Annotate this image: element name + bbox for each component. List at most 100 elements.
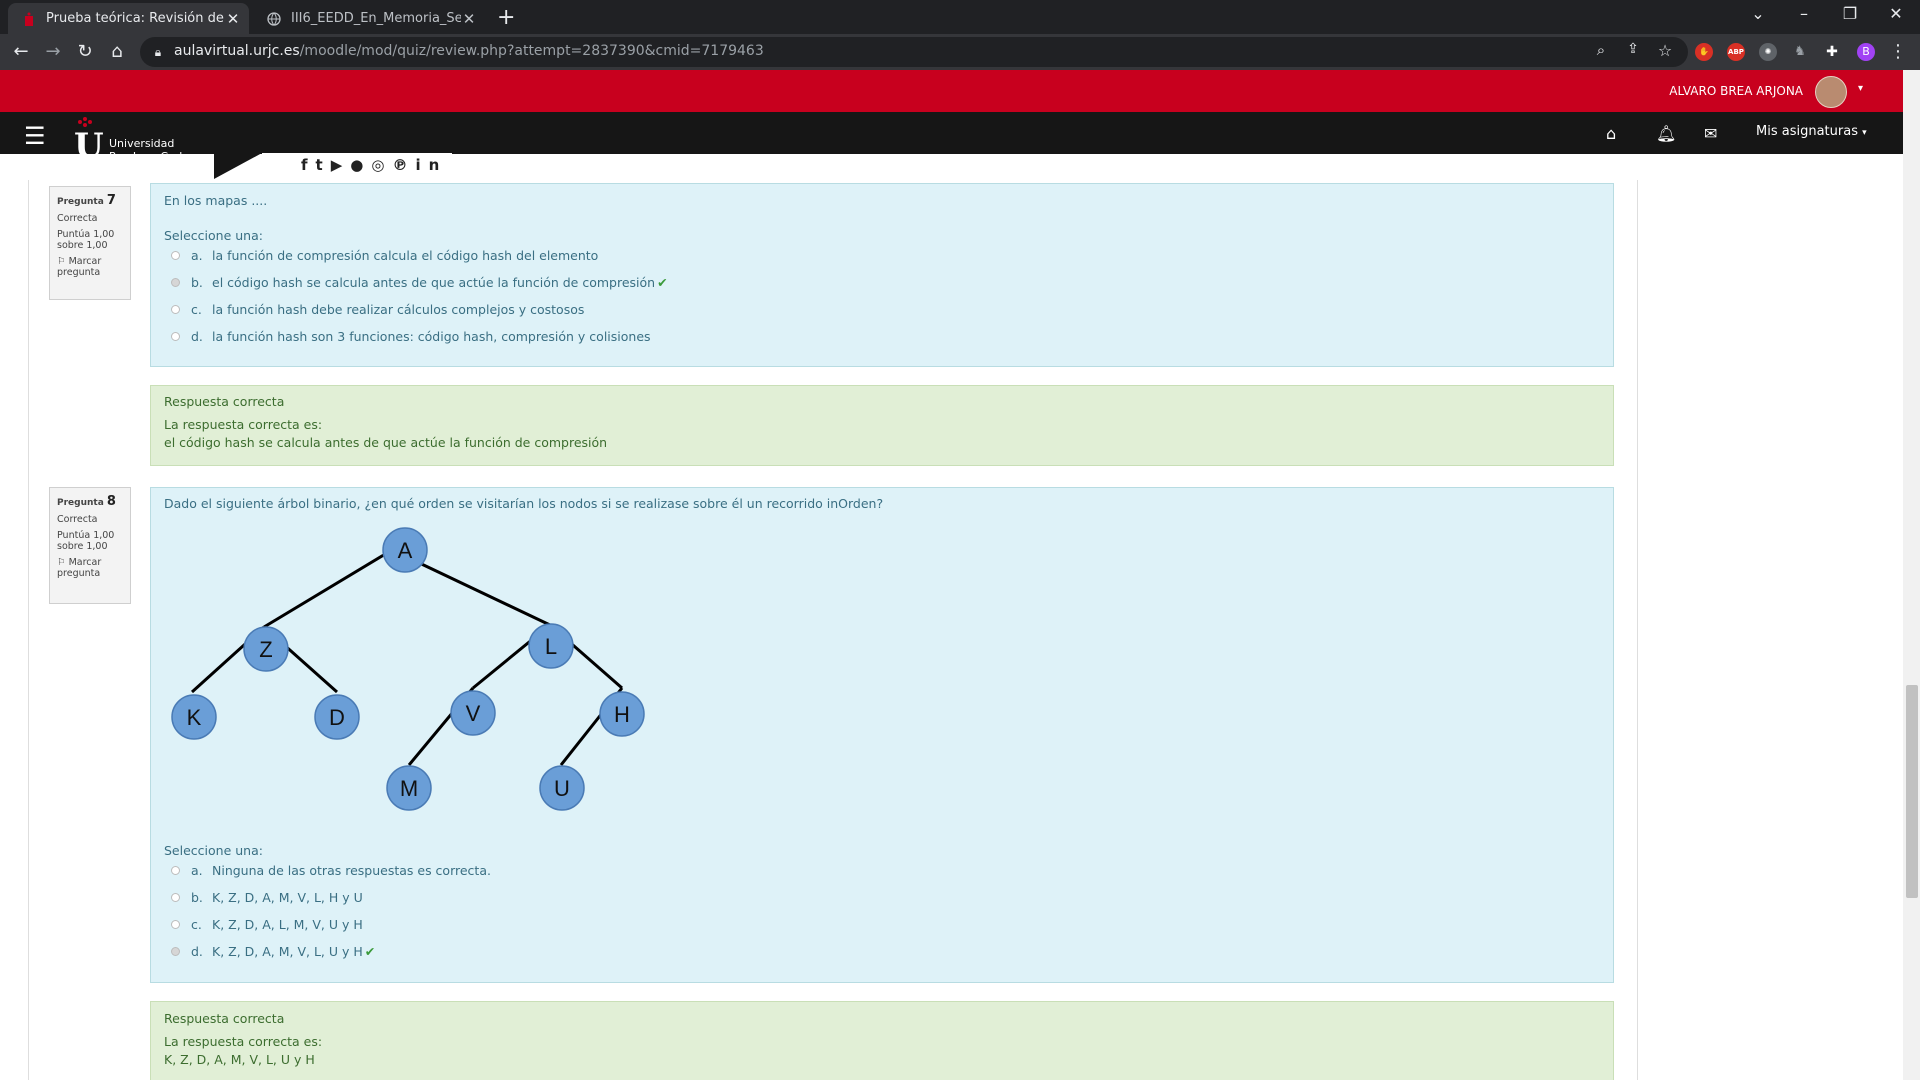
radio-button[interactable] bbox=[171, 866, 180, 875]
twitter-icon[interactable]: t bbox=[316, 156, 331, 174]
back-icon[interactable]: ← bbox=[10, 41, 32, 62]
social-tab-corner bbox=[214, 153, 262, 179]
answer-option-c[interactable]: c. K, Z, D, A, L, M, V, U y H bbox=[171, 917, 363, 932]
linkedin-icon[interactable]: in bbox=[415, 156, 447, 174]
close-window-icon[interactable]: ✕ bbox=[1884, 4, 1908, 23]
option-letter: a. bbox=[191, 248, 203, 263]
question-8-info: Pregunta 8 Correcta Puntúa 1,00 sobre 1,… bbox=[49, 487, 131, 604]
mis-asignaturas-label: Mis asignaturas bbox=[1756, 124, 1858, 139]
tab-search-icon[interactable]: ⌄ bbox=[1746, 4, 1770, 23]
select-one-label: Seleccione una: bbox=[164, 843, 263, 858]
radio-button[interactable] bbox=[171, 893, 180, 902]
option-text: la función de compresión calcula el códi… bbox=[212, 248, 599, 263]
tree-node-label: V bbox=[466, 701, 481, 726]
flag-question-link[interactable]: ⚐ Marcar pregunta bbox=[57, 557, 123, 579]
answer-option-b[interactable]: b. el código hash se calcula antes de que… bbox=[171, 275, 668, 290]
flag-label-2: pregunta bbox=[57, 568, 101, 579]
feedback-answer: K, Z, D, A, M, V, L, U y H bbox=[164, 1052, 315, 1067]
answer-option-d[interactable]: d. K, Z, D, A, M, V, L, U y H ✔ bbox=[171, 944, 375, 959]
facebook-icon[interactable]: f bbox=[301, 156, 316, 174]
flag-label-2: pregunta bbox=[57, 267, 101, 278]
extension-openai-icon[interactable]: ✺ bbox=[1759, 43, 1777, 61]
close-tab-icon[interactable]: ✕ bbox=[461, 10, 477, 28]
tree-node-label: D bbox=[329, 705, 345, 730]
extension-spy-icon[interactable]: ♞ bbox=[1791, 43, 1809, 61]
share-icon[interactable]: ⇪ bbox=[1622, 41, 1644, 57]
new-tab-icon[interactable]: + bbox=[497, 5, 515, 30]
notifications-bell-icon[interactable]: 🔔︎ bbox=[1656, 124, 1676, 143]
pregunta-label: Pregunta bbox=[57, 498, 104, 508]
messages-envelope-icon[interactable]: ✉ bbox=[1704, 124, 1717, 143]
instagram-icon[interactable]: ◎ bbox=[371, 156, 392, 174]
radio-button[interactable] bbox=[171, 305, 180, 314]
answer-option-a[interactable]: a. la función de compresión calcula el có… bbox=[171, 248, 598, 263]
urjc-logo-text[interactable]: Universidad Rey Juan Carlos bbox=[109, 137, 195, 163]
zoom-icon[interactable]: ⌕ bbox=[1590, 41, 1612, 59]
profile-avatar[interactable]: B bbox=[1857, 43, 1875, 61]
hamburger-menu-icon[interactable]: ☰ bbox=[24, 122, 46, 150]
user-name[interactable]: ALVARO BREA ARJONA bbox=[1669, 84, 1803, 98]
tree-node-label: U bbox=[554, 776, 570, 801]
answer-option-d[interactable]: d. la función hash son 3 funciones: códig… bbox=[171, 329, 651, 344]
scrollbar-thumb[interactable] bbox=[1906, 685, 1918, 898]
tab-title: III6_EEDD_En_Memoria_Secundar bbox=[291, 11, 461, 26]
edge-a-z bbox=[263, 548, 393, 629]
user-avatar[interactable] bbox=[1815, 76, 1847, 108]
answer-option-c[interactable]: c. la función hash debe realizar cálculos… bbox=[171, 302, 584, 317]
question-7-box: En los mapas .... Seleccione una: a. la f… bbox=[150, 183, 1614, 367]
question-grade: Puntúa 1,00 bbox=[57, 229, 115, 240]
radio-button-selected[interactable] bbox=[171, 947, 180, 956]
answer-option-a[interactable]: a. Ninguna de las otras respuestas es cor… bbox=[171, 863, 491, 878]
lock-icon[interactable]: 🔒︎ bbox=[147, 45, 169, 60]
bookmark-star-icon[interactable]: ☆ bbox=[1654, 41, 1676, 60]
mis-asignaturas-menu[interactable]: Mis asignaturas ▾ bbox=[1756, 124, 1867, 139]
site-navbar: ☰ U Universidad Rey Juan Carlos ⌂ 🔔︎ ✉ M… bbox=[0, 112, 1903, 166]
tree-node-label: Z bbox=[259, 637, 272, 662]
radio-button[interactable] bbox=[171, 332, 180, 341]
forward-icon[interactable]: → bbox=[42, 41, 64, 62]
home-nav-icon[interactable]: ⌂ bbox=[1606, 124, 1616, 143]
question-8-feedback: Respuesta correcta La respuesta correcta… bbox=[150, 1001, 1614, 1080]
tree-node-label: A bbox=[398, 538, 413, 563]
adblock-plus-icon[interactable]: ABP bbox=[1727, 43, 1745, 61]
radio-button[interactable] bbox=[171, 251, 180, 260]
urjc-logo-letter[interactable]: U bbox=[74, 126, 104, 166]
minimize-icon[interactable]: – bbox=[1792, 4, 1816, 23]
question-number: 8 bbox=[106, 494, 116, 509]
answer-option-b[interactable]: b. K, Z, D, A, M, V, L, H y U bbox=[171, 890, 363, 905]
feedback-label: La respuesta correcta es: bbox=[164, 1034, 323, 1049]
reload-icon[interactable]: ↻ bbox=[74, 41, 96, 62]
extension-hand-icon[interactable]: ✋ bbox=[1695, 43, 1713, 61]
chevron-down-icon: ▾ bbox=[1862, 128, 1867, 138]
urjc-favicon-icon bbox=[25, 12, 33, 26]
url-text[interactable]: aulavirtual.urjc.es/moodle/mod/quiz/revi… bbox=[174, 43, 764, 59]
extensions-puzzle-icon[interactable]: ✚ bbox=[1823, 43, 1841, 61]
tab-eedd-pdf[interactable]: III6_EEDD_En_Memoria_Secundar ✕ bbox=[253, 3, 485, 34]
page-scrollbar[interactable] bbox=[1903, 70, 1920, 1080]
flag-icon: ⚐ bbox=[57, 256, 66, 267]
flickr-icon[interactable]: ● bbox=[350, 156, 371, 174]
radio-button[interactable] bbox=[171, 920, 180, 929]
flag-question-link[interactable]: ⚐ Marcar pregunta bbox=[57, 256, 123, 278]
radio-button-selected[interactable] bbox=[171, 278, 180, 287]
pinterest-icon[interactable]: ℗ bbox=[392, 156, 415, 174]
chrome-menu-icon[interactable]: ⋮ bbox=[1887, 41, 1909, 62]
tab-title: Prueba teórica: Revisión del inten bbox=[46, 11, 225, 26]
close-tab-icon[interactable]: ✕ bbox=[225, 10, 241, 28]
tree-node-label: L bbox=[545, 634, 557, 659]
home-icon[interactable]: ⌂ bbox=[106, 41, 128, 62]
question-grade: Puntúa 1,00 bbox=[57, 530, 115, 541]
option-text: K, Z, D, A, M, V, L, U y H bbox=[212, 944, 363, 959]
user-menu-caret-icon[interactable]: ▾ bbox=[1858, 83, 1863, 94]
correct-check-icon: ✔ bbox=[364, 944, 376, 959]
youtube-icon[interactable]: ▶ bbox=[331, 156, 351, 174]
option-text: Ninguna de las otras respuestas es corre… bbox=[212, 863, 491, 878]
option-letter: d. bbox=[191, 944, 203, 959]
question-max-grade: sobre 1,00 bbox=[57, 240, 108, 251]
tab-quiz-review[interactable]: Prueba teórica: Revisión del inten ✕ bbox=[8, 3, 249, 34]
option-letter: c. bbox=[191, 302, 202, 317]
restore-icon[interactable]: ❐ bbox=[1838, 4, 1862, 23]
url-host: aulavirtual.urjc.es bbox=[174, 43, 300, 59]
question-max-grade: sobre 1,00 bbox=[57, 541, 108, 552]
logo-line-2: Rey Juan Carlos bbox=[109, 150, 195, 163]
